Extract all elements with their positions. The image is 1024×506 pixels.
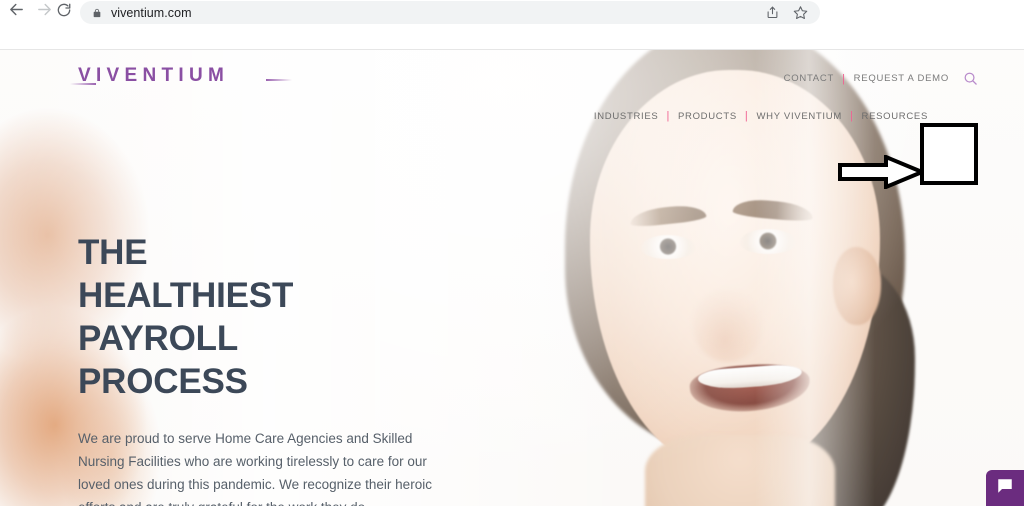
back-arrow-icon (8, 1, 25, 23)
portrait-ear (833, 247, 881, 325)
portrait-eye-left (641, 235, 695, 259)
main-nav: INDUSTRIES | PRODUCTS | WHY VIVENTIUM | … (594, 110, 928, 122)
main-nav-separator-2: | (744, 110, 749, 122)
main-nav-item-why-viventium[interactable]: WHY VIVENTIUM (756, 111, 841, 122)
login-button-highlight-box (920, 123, 978, 185)
utility-nav: CONTACT | REQUEST A DEMO (784, 71, 978, 86)
address-bar[interactable]: viventium.com (80, 1, 820, 24)
portrait-neck (645, 435, 835, 506)
share-icon[interactable] (765, 5, 780, 25)
site-logo[interactable]: VIVENTIUM (70, 65, 292, 87)
logo-wordmark: VIVENTIUM (78, 65, 230, 86)
portrait-nose (693, 290, 763, 362)
chat-bubble-icon (996, 477, 1014, 500)
main-nav-item-industries[interactable]: INDUSTRIES (594, 111, 659, 122)
utility-nav-item-contact[interactable]: CONTACT (784, 73, 834, 84)
page-viewport: VIVENTIUM CONTACT | REQUEST A DEMO INDUS… (0, 25, 1024, 506)
main-nav-separator-3: | (849, 110, 854, 122)
utility-nav-separator: | (842, 72, 846, 85)
browser-reload-button[interactable] (50, 0, 78, 24)
chat-widget-button[interactable] (986, 470, 1024, 506)
logo-rule-right (266, 79, 292, 81)
browser-chrome: viventium.com (0, 0, 1024, 50)
main-nav-item-resources[interactable]: RESOURCES (862, 111, 928, 122)
bookmark-star-icon[interactable] (793, 5, 808, 25)
main-nav-separator-1: | (666, 110, 670, 122)
page-title: THE HEALTHIEST PAYROLL PROCESS (78, 233, 294, 401)
url-text: viventium.com (111, 5, 192, 20)
main-nav-item-products[interactable]: PRODUCTS (678, 111, 737, 122)
utility-nav-item-request-a-demo[interactable]: REQUEST A DEMO (854, 73, 949, 84)
logo-rule-left (70, 83, 96, 85)
hero-copy: THE HEALTHIEST PAYROLL PROCESS We are pr… (78, 231, 478, 506)
pointer-arrow-right-icon (838, 154, 928, 190)
lock-icon (92, 7, 102, 19)
reload-icon (56, 2, 72, 23)
search-icon[interactable] (963, 71, 978, 86)
portrait-eye-right (740, 229, 796, 254)
browser-back-button[interactable] (2, 0, 30, 24)
hero-paragraph: We are proud to serve Home Care Agencies… (78, 431, 432, 506)
